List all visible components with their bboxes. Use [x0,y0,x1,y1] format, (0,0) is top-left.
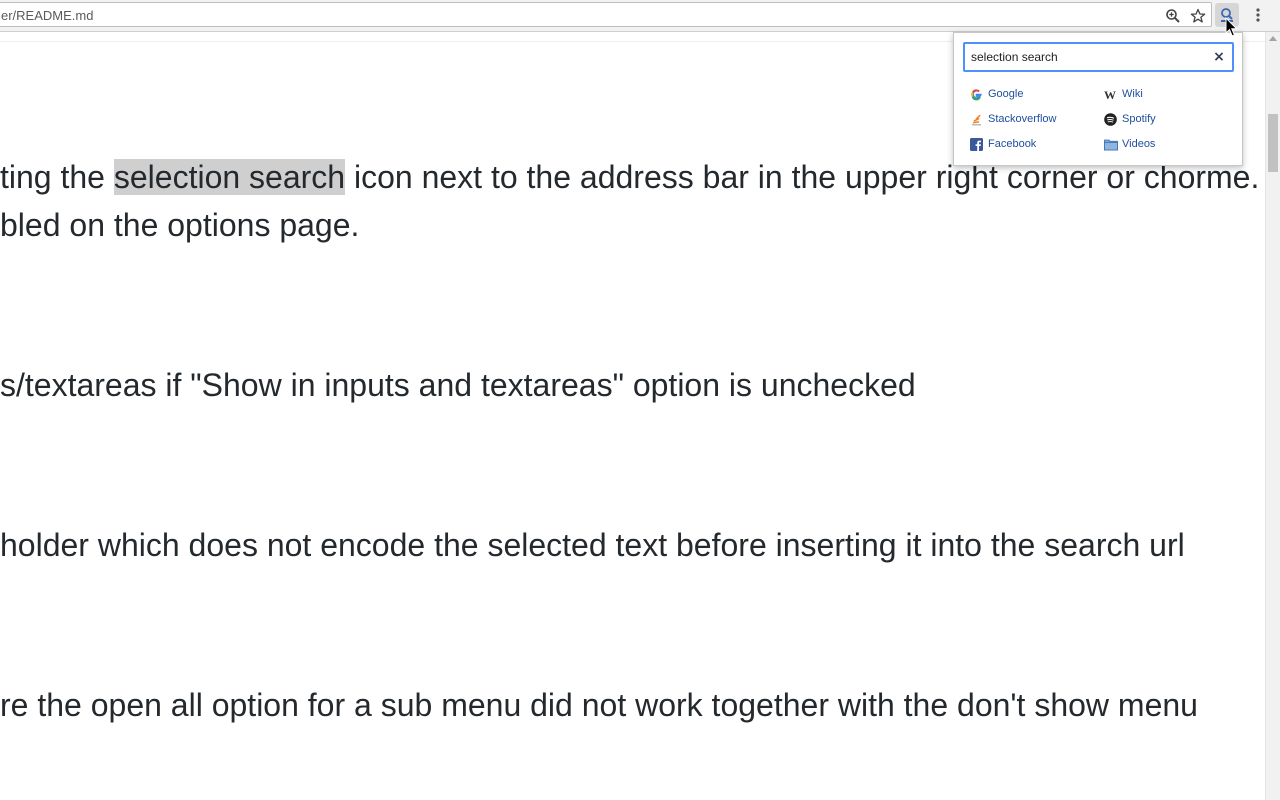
bookmark-star-icon[interactable] [1190,8,1206,24]
google-icon [970,88,983,101]
zoom-icon[interactable] [1165,8,1181,24]
mouse-cursor-icon [1225,16,1239,39]
selection-search-popup: × Google W Wiki [953,32,1243,166]
engine-label: Stackoverflow [988,113,1057,125]
vertical-scrollbar[interactable] [1265,32,1280,800]
engine-label: Wiki [1122,88,1143,100]
address-bar-url[interactable]: er/README.md [1,8,93,23]
svg-text:W: W [1104,88,1116,101]
paragraph-line: bled on the options page. [0,207,360,243]
address-bar[interactable]: er/README.md [0,2,1212,27]
engine-label: Facebook [988,138,1037,150]
folder-icon [1104,138,1118,151]
wikipedia-icon: W [1104,88,1117,102]
list-item: holder which does not encode the selecte… [0,527,1185,563]
engine-label: Google [988,88,1024,100]
stackoverflow-icon [970,113,983,126]
scrollbar-thumb[interactable] [1268,114,1278,172]
clear-search-icon[interactable]: × [1213,50,1225,64]
browser-toolbar: er/README.md [0,0,1280,32]
selected-text: selection search [113,159,346,195]
popup-search-box[interactable]: × [963,42,1234,72]
popup-search-input[interactable] [971,48,1201,66]
engine-label: Videos [1122,138,1156,150]
facebook-icon [970,138,983,151]
spotify-icon [1104,113,1117,126]
browser-menu-icon[interactable] [1250,4,1266,26]
engine-label: Spotify [1122,113,1156,125]
list-item: s/textareas if "Show in inputs and texta… [0,367,916,403]
scroll-up-arrow-icon[interactable] [1269,36,1277,41]
text-segment: ting the [0,159,114,195]
list-item: re the open all option for a sub menu di… [0,687,1198,723]
